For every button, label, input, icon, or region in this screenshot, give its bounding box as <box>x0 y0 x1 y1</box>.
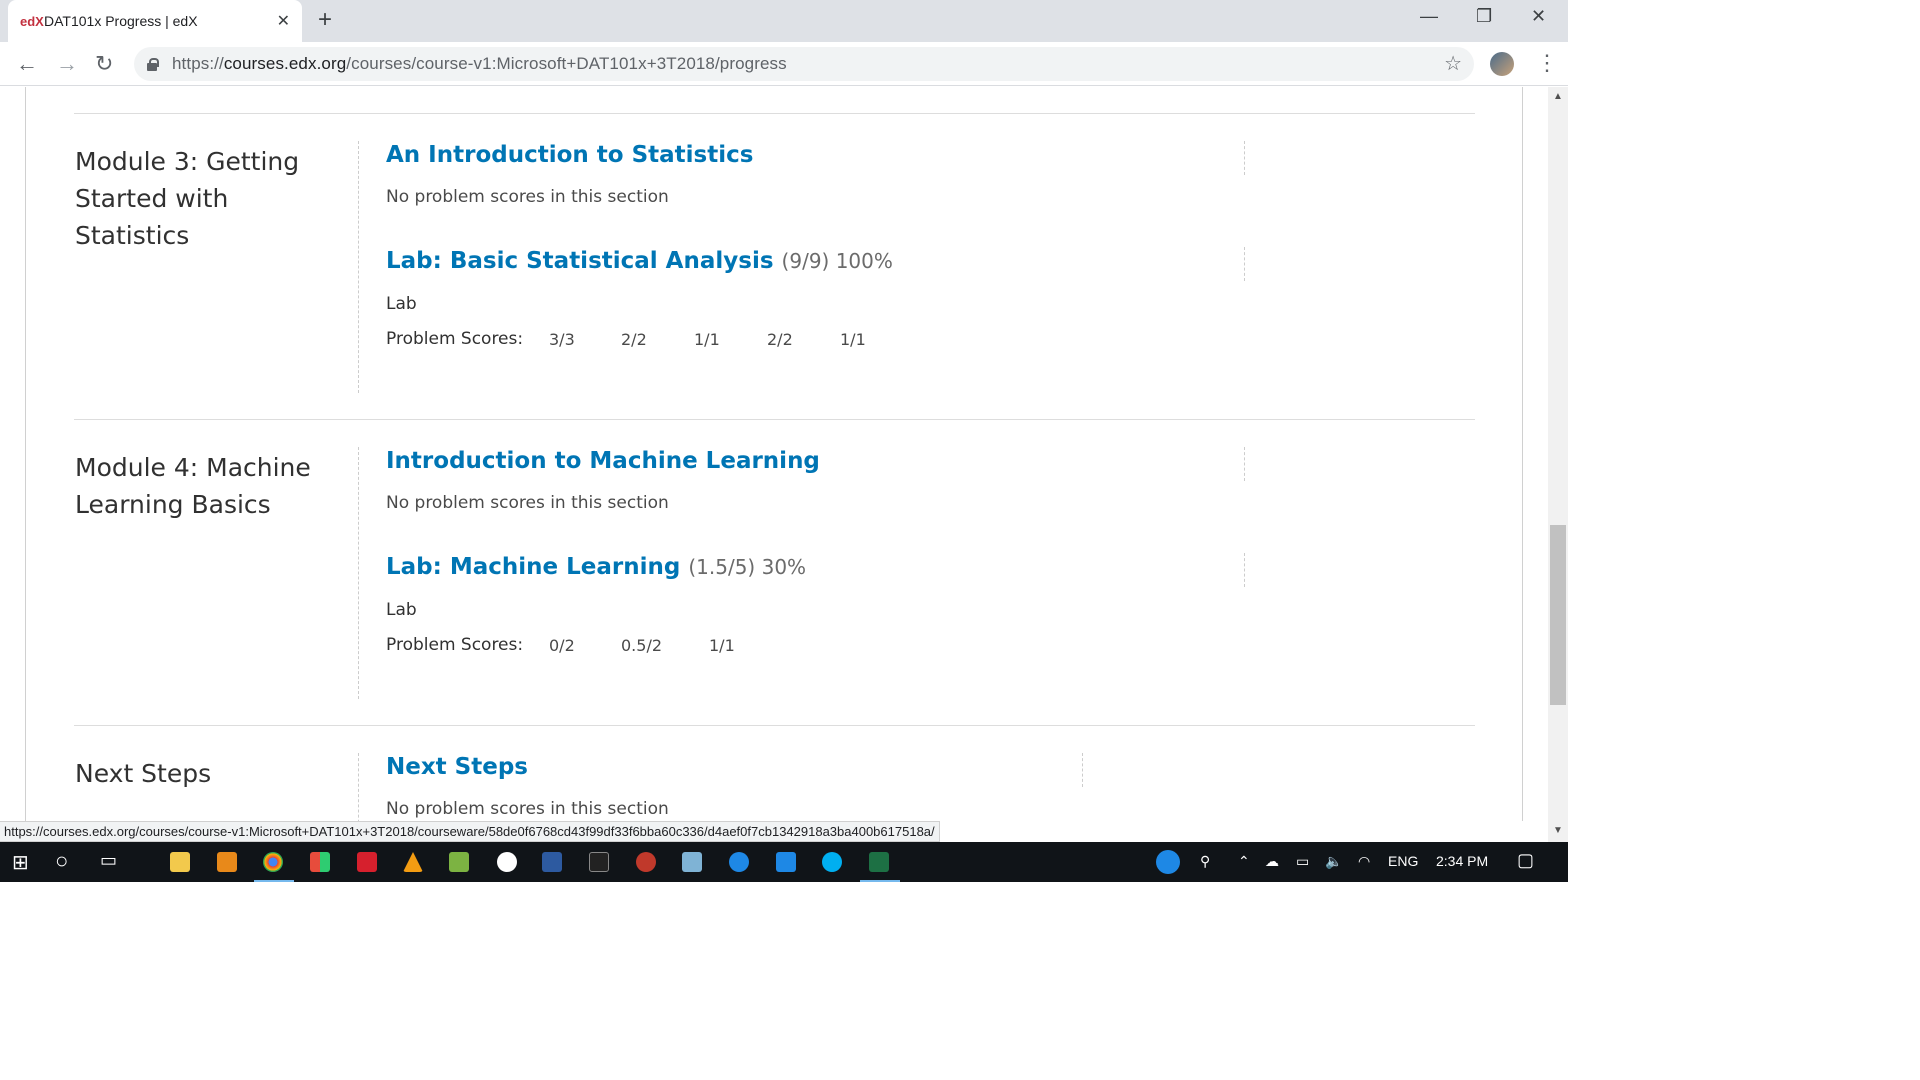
edge-icon[interactable] <box>729 852 749 872</box>
app-icon[interactable] <box>776 852 796 872</box>
taskbar: ⊞ ○ ▭ ⚲ ⌃ ☁ ▭ 🔈 ◠ ENG 2:34 PM ▢ <box>0 842 1568 882</box>
task-view-icon[interactable]: ▭ <box>100 850 117 871</box>
bookmark-star-icon[interactable]: ☆ <box>1444 51 1462 76</box>
problem-score: 0.5/2 <box>621 636 663 655</box>
people-icon[interactable]: ⚲ <box>1200 853 1210 870</box>
app-icon[interactable] <box>310 852 330 872</box>
problem-scores-label: Problem Scores: <box>386 329 524 349</box>
section-type: Lab <box>386 294 417 314</box>
problem-score: 2/2 <box>767 330 793 349</box>
volume-icon[interactable]: 🔈 <box>1325 853 1342 870</box>
scroll-thumb[interactable] <box>1550 525 1566 705</box>
search-icon[interactable]: ○ <box>55 848 68 874</box>
browser-toolbar: ← → ↻ https://courses.edx.org/courses/co… <box>0 42 1568 86</box>
notification-icon[interactable]: ▢ <box>1517 850 1534 871</box>
divider <box>74 725 1475 726</box>
edx-favicon-icon: edX <box>20 13 44 29</box>
skype-icon[interactable] <box>822 852 842 872</box>
window-close-icon[interactable]: ✕ <box>1531 6 1546 27</box>
progress-page: Module 3: Getting Started with Statistic… <box>0 87 1548 821</box>
lock-icon <box>146 58 159 71</box>
vlc-icon[interactable] <box>403 852 423 872</box>
close-tab-icon[interactable]: ✕ <box>277 11 290 31</box>
section-link[interactable]: Next Steps <box>386 754 528 780</box>
battery-icon[interactable]: ▭ <box>1296 853 1309 870</box>
wifi-icon[interactable]: ◠ <box>1358 853 1370 870</box>
module-title: Next Steps <box>75 759 212 788</box>
excel-icon[interactable] <box>869 852 889 872</box>
windows-start-icon[interactable]: ⊞ <box>12 850 29 875</box>
module-title: Module 3: Getting Started with Statistic… <box>75 147 300 250</box>
clock[interactable]: 2:34 PM <box>1436 853 1488 869</box>
address-bar[interactable]: https://courses.edx.org/courses/course-v… <box>134 47 1474 81</box>
problem-score: 0/2 <box>549 636 575 655</box>
problem-score: 1/1 <box>694 330 720 349</box>
sublime-icon[interactable] <box>217 852 237 872</box>
section-type: Lab <box>386 600 417 620</box>
url-text[interactable]: https://courses.edx.org/courses/course-v… <box>172 54 787 74</box>
section-note: No problem scores in this section <box>386 493 669 513</box>
problem-score: 3/3 <box>549 330 575 349</box>
menu-kebab-icon[interactable]: ⋮ <box>1536 50 1558 76</box>
language-indicator[interactable]: ENG <box>1388 853 1418 869</box>
back-icon[interactable]: ← <box>16 51 38 77</box>
onedrive-icon[interactable]: ☁ <box>1265 853 1279 870</box>
forward-icon[interactable]: → <box>56 51 78 77</box>
help-icon[interactable] <box>1156 850 1180 874</box>
profile-avatar[interactable] <box>1490 52 1514 76</box>
section-link[interactable]: Introduction to Machine Learning <box>386 448 820 474</box>
chevron-up-icon[interactable]: ⌃ <box>1238 853 1250 870</box>
scroll-down-icon[interactable]: ▼ <box>1553 825 1563 836</box>
module-title: Module 4: Machine Learning Basics <box>75 453 311 519</box>
problem-score: 1/1 <box>709 636 735 655</box>
acrobat-icon[interactable] <box>357 852 377 872</box>
divider <box>74 113 1475 114</box>
problem-score: 2/2 <box>621 330 647 349</box>
app-icon[interactable] <box>682 852 702 872</box>
problem-scores-label: Problem Scores: <box>386 635 524 655</box>
tab-strip: edX DAT101x Progress | edX ✕ + — ❐ ✕ <box>0 0 1568 42</box>
section-link[interactable]: Lab: Basic Statistical Analysis (9/9) 10… <box>386 248 893 274</box>
file-explorer-icon[interactable] <box>170 852 190 872</box>
terminal-icon[interactable] <box>589 852 609 872</box>
restore-icon[interactable]: ❐ <box>1476 6 1492 27</box>
powershell-icon[interactable] <box>542 852 562 872</box>
section-score: (1.5/5) 30% <box>688 555 807 579</box>
section-link[interactable]: Lab: Machine Learning (1.5/5) 30% <box>386 554 806 580</box>
chrome-icon[interactable] <box>263 852 283 872</box>
divider <box>74 419 1475 420</box>
app-icon[interactable] <box>497 852 517 872</box>
app-icon[interactable] <box>449 852 469 872</box>
tab-title: DAT101x Progress | edX <box>44 13 198 29</box>
app-icon[interactable] <box>636 852 656 872</box>
new-tab-icon[interactable]: + <box>318 6 332 34</box>
section-score: (9/9) 100% <box>781 249 893 273</box>
section-note: No problem scores in this section <box>386 187 669 207</box>
section-note: No problem scores in this section <box>386 799 669 819</box>
status-url: https://courses.edx.org/courses/course-v… <box>0 821 940 842</box>
vertical-scrollbar[interactable]: ▲ ▼ <box>1548 87 1568 842</box>
problem-score: 1/1 <box>840 330 866 349</box>
browser-tab[interactable]: edX DAT101x Progress | edX ✕ <box>8 0 302 42</box>
scroll-up-icon[interactable]: ▲ <box>1553 91 1563 102</box>
reload-icon[interactable]: ↻ <box>95 51 113 77</box>
minimize-icon[interactable]: — <box>1420 6 1438 27</box>
section-link[interactable]: An Introduction to Statistics <box>386 142 753 168</box>
